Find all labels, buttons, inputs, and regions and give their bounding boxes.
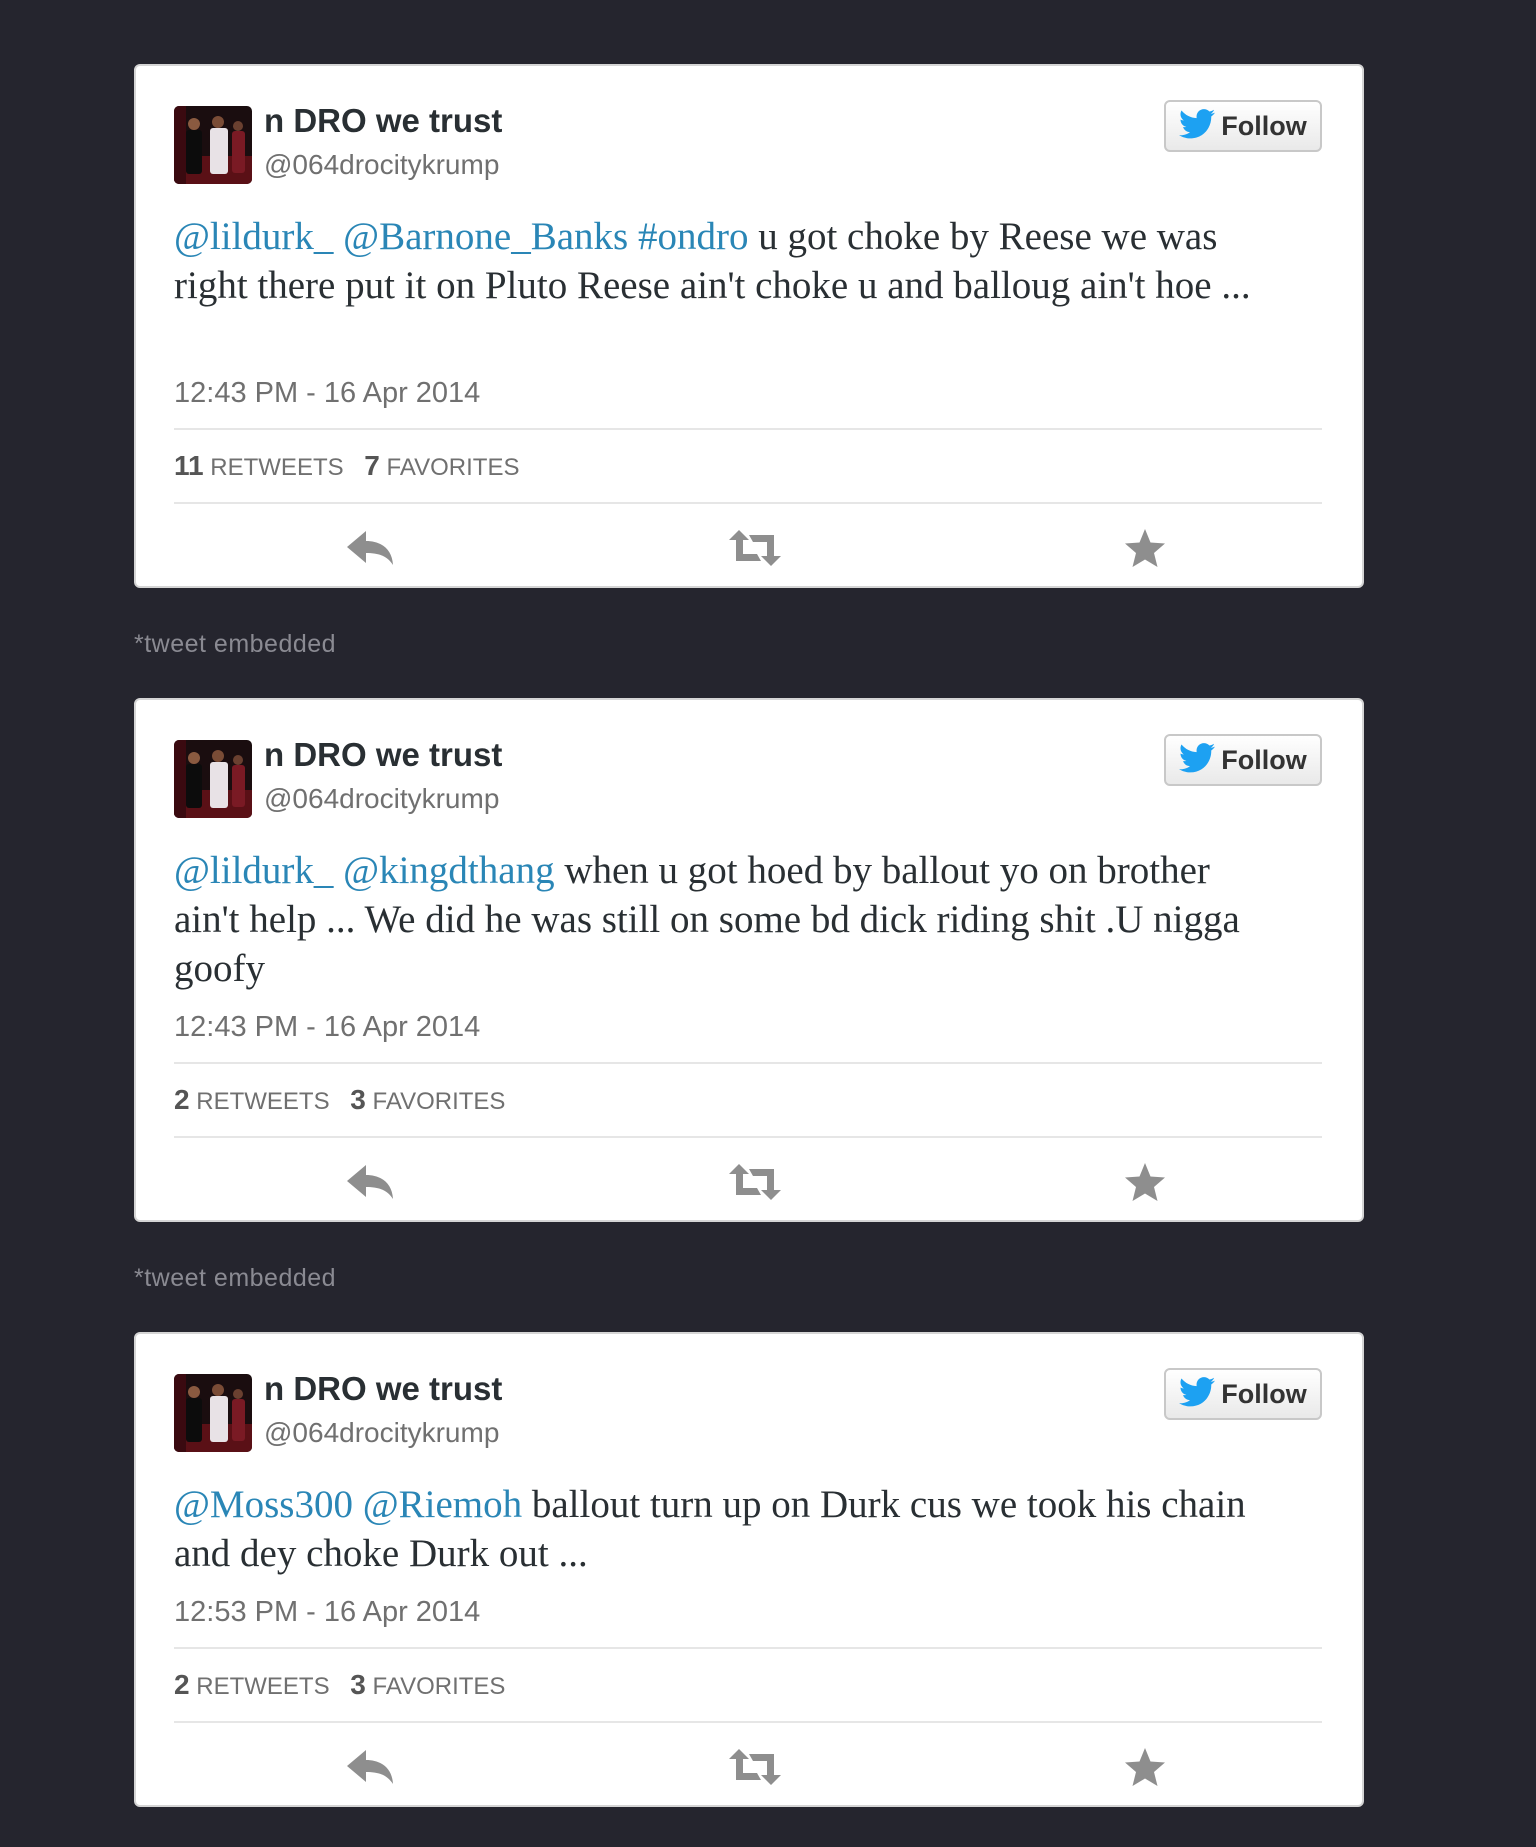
retweet-icon	[727, 1160, 781, 1204]
favorites-label: FAVORITES	[372, 1673, 506, 1700]
retweets-count: 2	[174, 1669, 190, 1700]
follow-label: Follow	[1221, 744, 1307, 775]
embed-note: *tweet embedded	[134, 1264, 337, 1292]
tweet-text-segment	[333, 849, 343, 892]
twitter-bird-icon	[1179, 108, 1216, 144]
divider	[174, 1647, 1322, 1649]
favorites-count: 7	[364, 450, 380, 481]
screen-name[interactable]: @064drocitykrump	[264, 783, 499, 815]
favorite-button[interactable]	[1123, 1160, 1175, 1204]
tweet-card: n DRO we trust @064drocitykrump Follow @…	[134, 64, 1364, 588]
reply-icon	[344, 1160, 396, 1204]
star-icon	[1123, 1160, 1175, 1204]
tweet-text-segment	[628, 215, 638, 258]
tweet-stats: 11 RETWEETS 7 FAVORITES	[174, 450, 533, 482]
retweets-stat[interactable]: 2 RETWEETS	[174, 1084, 330, 1115]
retweets-label: RETWEETS	[196, 1673, 330, 1700]
tweet-card: n DRO we trust @064drocitykrump Follow @…	[134, 698, 1364, 1222]
follow-button[interactable]: Follow	[1164, 100, 1322, 152]
retweets-label: RETWEETS	[196, 1088, 330, 1115]
avatar[interactable]	[174, 740, 252, 818]
divider	[174, 1062, 1322, 1064]
twitter-bird-icon	[1179, 742, 1216, 778]
follow-label: Follow	[1221, 110, 1307, 141]
retweet-button[interactable]	[727, 1160, 781, 1204]
favorites-stat[interactable]: 3 FAVORITES	[350, 1084, 506, 1115]
avatar[interactable]	[174, 1374, 252, 1452]
star-icon	[1123, 1745, 1175, 1789]
divider	[174, 428, 1322, 430]
screen-name[interactable]: @064drocitykrump	[264, 149, 499, 181]
retweets-count: 2	[174, 1084, 190, 1115]
tweet-stats: 2 RETWEETS 3 FAVORITES	[174, 1084, 519, 1116]
retweet-button[interactable]	[727, 1745, 781, 1789]
favorite-button[interactable]	[1123, 526, 1175, 570]
follow-label: Follow	[1221, 1378, 1307, 1409]
reply-button[interactable]	[344, 1745, 396, 1789]
tweet-text: @Moss300 @Riemoh ballout turn up on Durk…	[174, 1480, 1284, 1578]
divider	[174, 1721, 1322, 1723]
retweet-button[interactable]	[727, 526, 781, 570]
favorites-stat[interactable]: 7 FAVORITES	[364, 450, 520, 481]
retweet-icon	[727, 1745, 781, 1789]
follow-button[interactable]: Follow	[1164, 734, 1322, 786]
reply-icon	[344, 1745, 396, 1789]
reply-button[interactable]	[344, 1160, 396, 1204]
timestamp[interactable]: 12:53 PM - 16 Apr 2014	[174, 1596, 480, 1629]
mention-link[interactable]: @Moss300	[174, 1483, 353, 1526]
tweet-card: n DRO we trust @064drocitykrump Follow @…	[134, 1332, 1364, 1807]
favorites-count: 3	[350, 1084, 366, 1115]
timestamp[interactable]: 12:43 PM - 16 Apr 2014	[174, 377, 480, 410]
reply-icon	[344, 526, 396, 570]
timestamp[interactable]: 12:43 PM - 16 Apr 2014	[174, 1011, 480, 1044]
mention-link[interactable]: @kingdthang	[343, 849, 554, 892]
favorites-stat[interactable]: 3 FAVORITES	[350, 1669, 506, 1700]
divider	[174, 1136, 1322, 1138]
favorites-count: 3	[350, 1669, 366, 1700]
tweet-text-segment	[333, 215, 343, 258]
tweet-text: @lildurk_ @kingdthang when u got hoed by…	[174, 846, 1284, 993]
tweet-stats: 2 RETWEETS 3 FAVORITES	[174, 1669, 519, 1701]
tweet-text-segment	[353, 1483, 363, 1526]
favorites-label: FAVORITES	[386, 454, 520, 481]
retweet-icon	[727, 526, 781, 570]
follow-button[interactable]: Follow	[1164, 1368, 1322, 1420]
retweets-stat[interactable]: 11 RETWEETS	[174, 450, 344, 481]
display-name[interactable]: n DRO we trust	[264, 736, 502, 774]
retweets-count: 11	[174, 450, 204, 481]
retweets-label: RETWEETS	[210, 454, 344, 481]
avatar[interactable]	[174, 106, 252, 184]
reply-button[interactable]	[344, 526, 396, 570]
mention-link[interactable]: @lildurk_	[174, 849, 333, 892]
tweet-text: @lildurk_ @Barnone_Banks #ondro u got ch…	[174, 212, 1284, 310]
display-name[interactable]: n DRO we trust	[264, 102, 502, 140]
mention-link[interactable]: @Barnone_Banks	[343, 215, 628, 258]
screen-name[interactable]: @064drocitykrump	[264, 1417, 499, 1449]
display-name[interactable]: n DRO we trust	[264, 1370, 502, 1408]
mention-link[interactable]: @Riemoh	[363, 1483, 522, 1526]
divider	[174, 502, 1322, 504]
hashtag-link[interactable]: #ondro	[638, 215, 749, 258]
favorite-button[interactable]	[1123, 1745, 1175, 1789]
embed-note: *tweet embedded	[134, 630, 337, 658]
mention-link[interactable]: @lildurk_	[174, 215, 333, 258]
twitter-bird-icon	[1179, 1376, 1216, 1412]
retweets-stat[interactable]: 2 RETWEETS	[174, 1669, 330, 1700]
favorites-label: FAVORITES	[372, 1088, 506, 1115]
star-icon	[1123, 526, 1175, 570]
